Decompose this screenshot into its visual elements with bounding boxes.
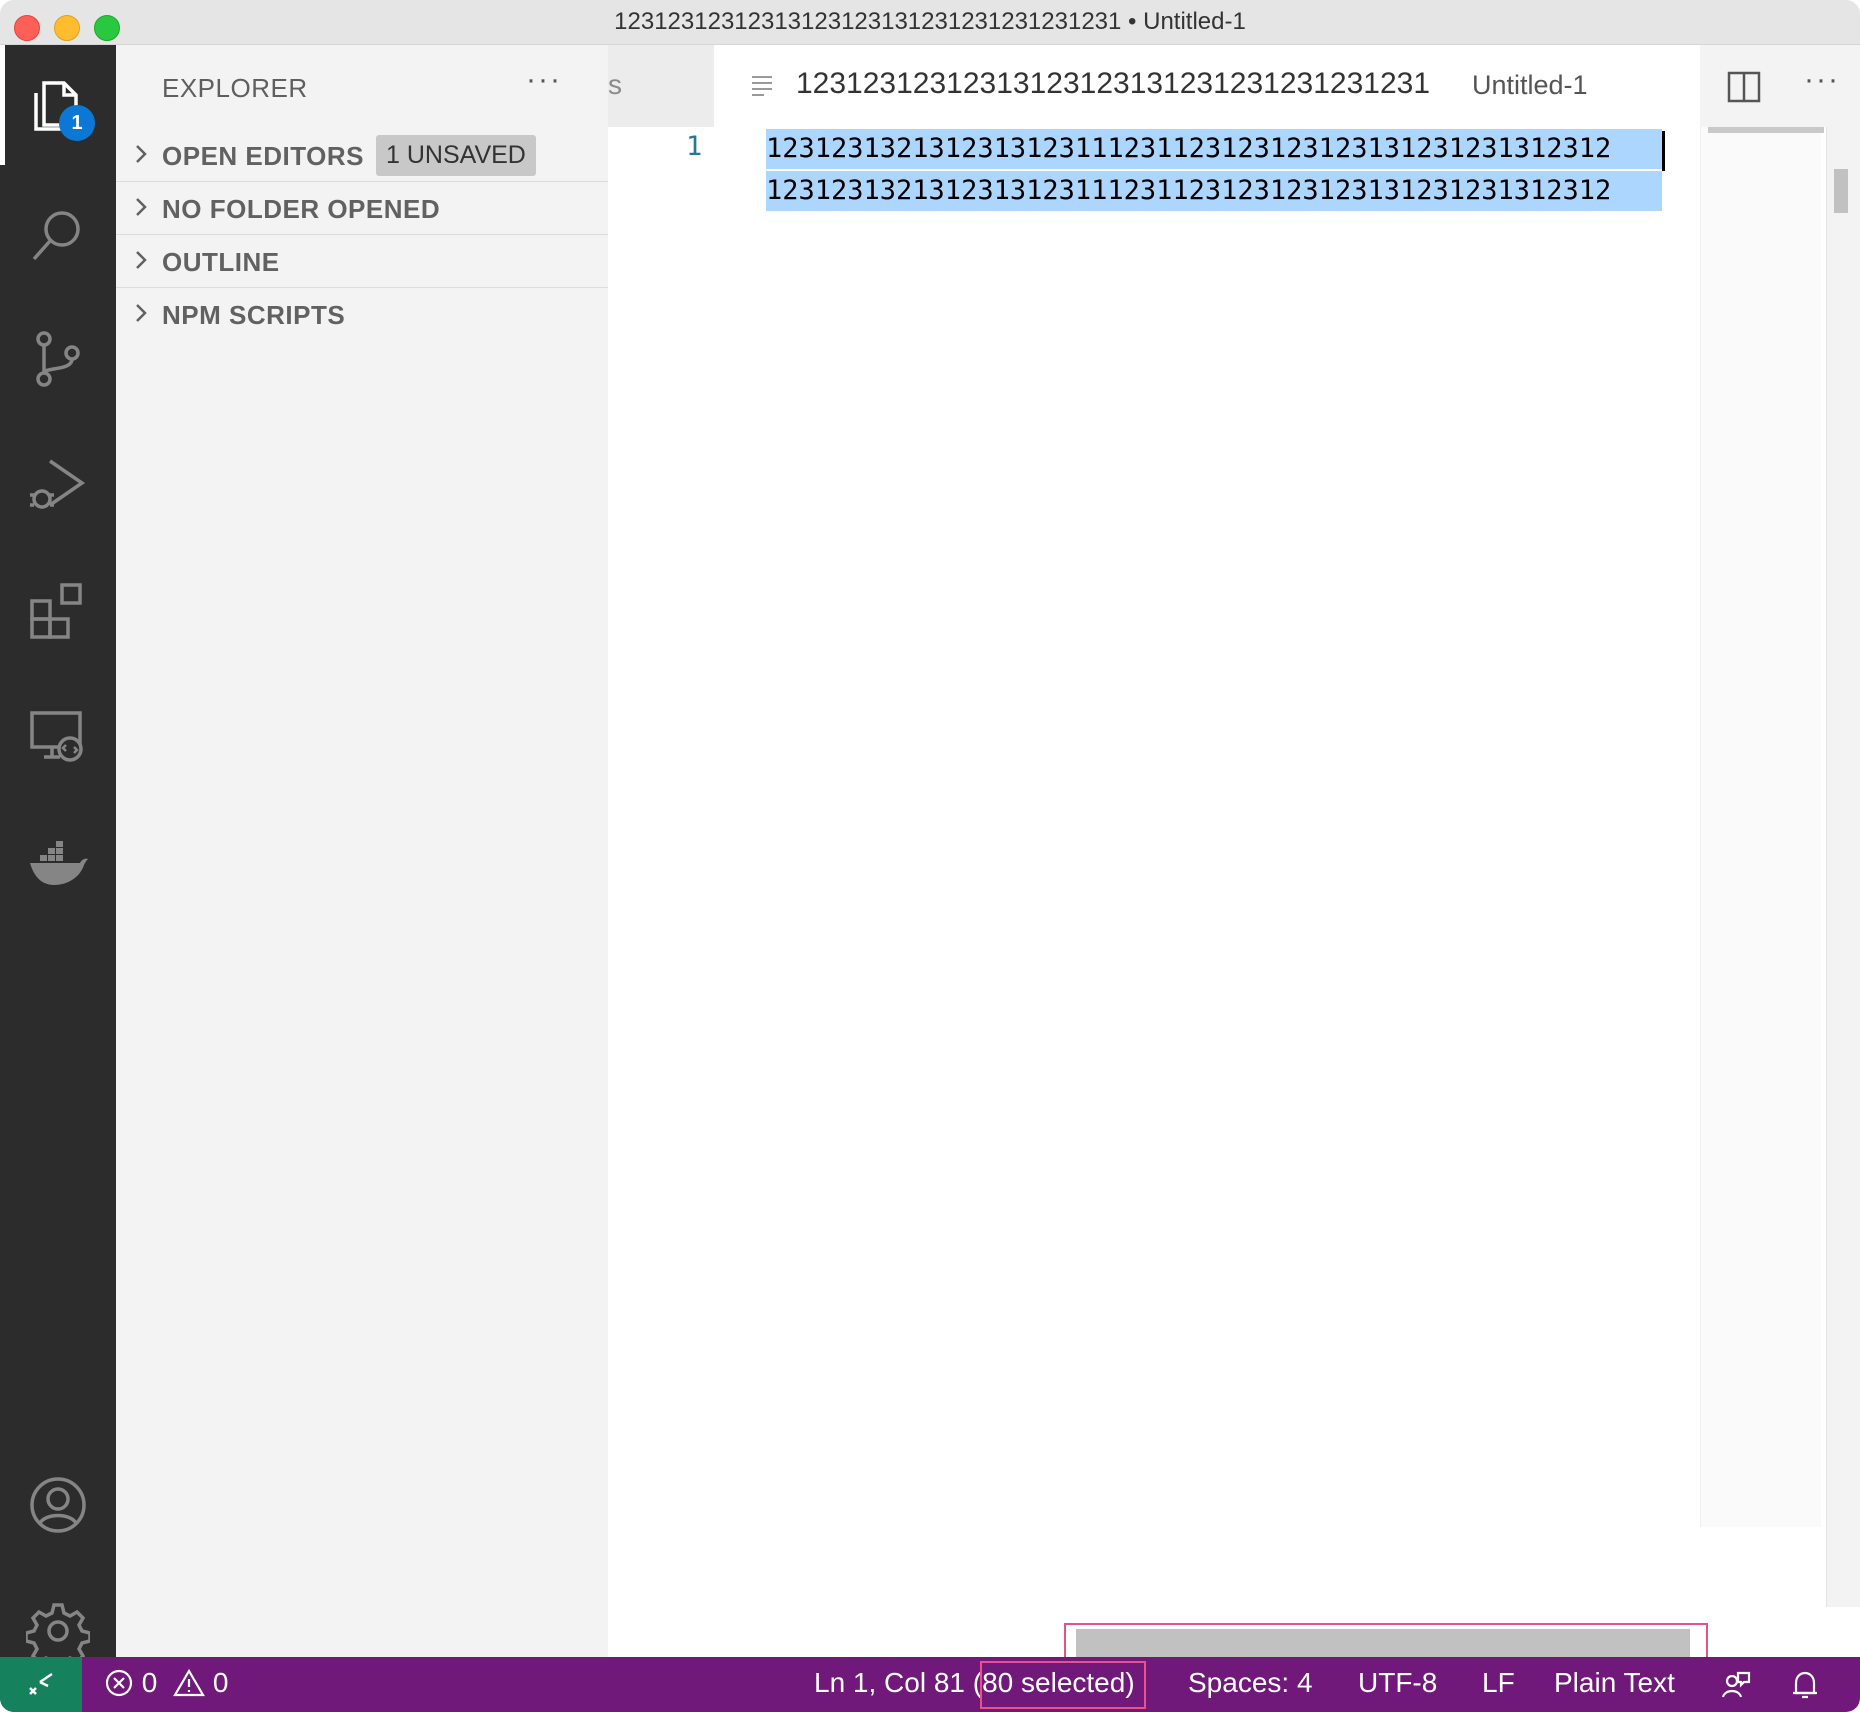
warning-count: 0 (212, 1667, 229, 1698)
problems-indicator[interactable]: 0 0 (104, 1667, 229, 1699)
horizontal-scrollbar-thumb[interactable] (1076, 1629, 1690, 1657)
position-text: Ln 1, Col 81 (814, 1667, 965, 1698)
gear-icon (26, 1603, 90, 1663)
end-of-line[interactable]: LF (1482, 1667, 1515, 1699)
chevron-right-icon (136, 251, 147, 269)
vertical-scrollbar[interactable] (1826, 127, 1860, 1607)
editor-area[interactable]: 1 12312313213123131231112311231231231231… (608, 127, 1860, 1663)
section-label: NPM SCRIPTS (162, 300, 346, 330)
error-count: 0 (141, 1667, 158, 1698)
activity-run-debug[interactable] (0, 425, 116, 545)
error-icon (105, 1669, 133, 1697)
feedback-button[interactable] (1720, 1669, 1752, 1708)
minimap-slider[interactable] (1708, 127, 1824, 133)
tab-description: Untitled-1 (1472, 70, 1588, 100)
section-no-folder-opened[interactable]: NO FOLDER OPENED (116, 182, 608, 235)
editor-tabs: s 12312312312313123123131231231231231231… (608, 45, 1860, 127)
more-actions-icon[interactable]: ··· (1804, 63, 1840, 97)
activity-extensions[interactable] (0, 551, 116, 671)
indentation[interactable]: Spaces: 4 (1188, 1667, 1313, 1699)
activity-bar: 1 (0, 45, 116, 1663)
account-icon (30, 1477, 86, 1533)
source-control-icon (36, 331, 80, 387)
section-label: OUTLINE (162, 247, 280, 277)
minimap[interactable] (1700, 127, 1821, 1527)
activity-accounts[interactable] (0, 1445, 116, 1565)
chevron-right-icon (136, 145, 147, 163)
selection-highlight-box (980, 1661, 1146, 1709)
tab-title: 12312312312313123123131231231231231231 (796, 67, 1431, 100)
bell-icon (1793, 1671, 1817, 1699)
section-open-editors[interactable]: OPEN EDITORS 1 UNSAVED (116, 129, 608, 182)
activity-remote-explorer[interactable] (0, 677, 116, 797)
code-line-wrapped-selected[interactable]: 1231231321312313123111231123123123123131… (766, 171, 1662, 211)
editor-actions: ··· (1700, 45, 1860, 127)
search-icon (32, 211, 80, 261)
run-debug-icon (30, 459, 86, 509)
activity-search[interactable] (0, 175, 116, 295)
warning-icon (173, 1668, 206, 1697)
plain-text-file-icon (752, 76, 772, 96)
explorer-more-actions[interactable]: ··· (526, 63, 562, 97)
explorer-title: EXPLORER (162, 73, 308, 103)
feedback-icon (1721, 1671, 1751, 1698)
sidebar-explorer: EXPLORER ··· OPEN EDITORS 1 UNSAVED NO F… (116, 45, 608, 1657)
section-label: NO FOLDER OPENED (162, 194, 441, 224)
remote-explorer-icon (30, 711, 83, 762)
activity-explorer[interactable]: 1 (0, 45, 116, 165)
line-number: 1 (686, 131, 703, 162)
docker-icon (30, 841, 88, 885)
tab-active-untitled-1[interactable]: 12312312312313123123131231231231231231 U… (714, 45, 1752, 127)
section-outline[interactable]: OUTLINE (116, 235, 608, 288)
title-bar: 12312312312313123123131231231231231231 •… (0, 0, 1860, 45)
chevron-right-icon (136, 304, 147, 322)
remote-icon (29, 1672, 53, 1695)
code-line-selected[interactable]: 1231231321312313123111231123123123123131… (766, 129, 1662, 169)
vertical-scrollbar-thumb[interactable] (1834, 169, 1848, 213)
language-mode[interactable]: Plain Text (1554, 1667, 1675, 1699)
activity-source-control[interactable] (0, 299, 116, 419)
text-cursor (1662, 131, 1665, 171)
notifications-button[interactable] (1790, 1669, 1820, 1708)
extensions-icon (30, 583, 82, 639)
tab-inactive-label: s (608, 69, 622, 100)
section-label: OPEN EDITORS (162, 141, 365, 171)
status-bar: 0 0 Ln 1, Col 81 (80 selected) Spaces: 4… (0, 1657, 1860, 1712)
activity-docker[interactable] (0, 803, 116, 923)
chevron-right-icon (136, 198, 147, 216)
remote-indicator[interactable] (0, 1657, 82, 1712)
explorer-badge: 1 (59, 105, 95, 141)
section-npm-scripts[interactable]: NPM SCRIPTS (116, 288, 608, 340)
encoding[interactable]: UTF-8 (1358, 1667, 1437, 1699)
window-title: 12312312312313123123131231231231231231 •… (614, 8, 1246, 35)
tab-inactive[interactable]: s (608, 45, 714, 127)
vscode-window: 12312312312313123123131231231231231231 •… (0, 0, 1860, 1712)
unsaved-badge: 1 UNSAVED (376, 135, 536, 176)
split-editor-icon[interactable] (1726, 69, 1762, 105)
